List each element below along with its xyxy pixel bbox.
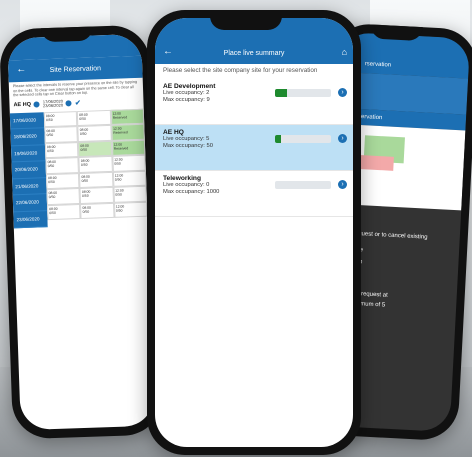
interval-value: 0/50 — [47, 164, 55, 169]
site-name: AE HQ — [13, 101, 32, 109]
app-bar: ← Place live summary ⌂ — [155, 42, 353, 64]
interval-value: Reserved — [113, 146, 129, 151]
occupancy-bar — [275, 89, 331, 97]
date-label: 19/06/2020 — [10, 144, 46, 163]
phone-center: ← Place live summary ⌂ Please select the… — [147, 10, 361, 455]
occupancy-fill — [275, 135, 281, 143]
place-live-summary-screen: ← Place live summary ⌂ Please select the… — [155, 18, 353, 447]
conflict-block — [359, 155, 394, 171]
phone-notch — [210, 10, 282, 30]
interval-cell[interactable]: 08:00 0/50 — [45, 157, 80, 174]
max-occupancy: Max occupancy: 1000 — [163, 189, 220, 195]
interval-cell[interactable]: 08:00 0/50 — [43, 110, 78, 128]
interval-cell[interactable]: 12:00 0/50 — [112, 154, 146, 172]
interval-value: 0/50 — [114, 177, 122, 182]
interval-cell[interactable]: 12:00 Reserved — [111, 139, 146, 157]
interval-cell[interactable]: 08:00 0/50 — [44, 126, 79, 143]
interval-value: 0/50 — [48, 179, 55, 184]
date-range: 17/06/2020 23/06/2020 — [42, 98, 64, 109]
clear-icon[interactable]: ✔ — [75, 99, 81, 107]
date-label: 20/06/2020 — [11, 161, 47, 180]
app-bar: ← Site Reservation — [7, 55, 143, 83]
interval-value: 0/50 — [79, 116, 87, 121]
site-row-teleworking[interactable]: Teleworking Live occupancy: 0 Max occupa… — [155, 171, 353, 217]
interval-value: 0/50 — [79, 132, 87, 137]
interval-value: 0/50 — [115, 208, 123, 213]
interval-cell[interactable]: 08:00 0/50 — [79, 187, 114, 204]
date-label: 23/06/2020 — [13, 210, 48, 229]
chevron-right-icon[interactable]: › — [338, 134, 347, 143]
instruction-text: Please select the site company site for … — [155, 64, 353, 79]
back-arrow-icon[interactable]: ← — [163, 46, 173, 58]
max-occupancy: Max occupancy: 50 — [163, 143, 213, 149]
interval-value: 0/50 — [45, 117, 53, 122]
date-column: 17/06/2020 18/06/2020 19/06/2020 20/06/2020… — [9, 112, 48, 229]
interval-cell[interactable]: 08:00 0/50 — [46, 188, 81, 205]
interval-cell[interactable]: 08:00 0/50 — [77, 109, 111, 127]
occupancy-bar — [275, 135, 331, 143]
previous-week-icon[interactable] — [33, 101, 41, 108]
interval-value: 0/50 — [49, 210, 56, 215]
occupancy-bar — [275, 181, 331, 189]
site-row-ae-development[interactable]: AE Development Live occupancy: 2 Max occ… — [155, 79, 353, 125]
site-reservation-screen: ← Site Reservation Please select the int… — [7, 33, 155, 431]
interval-cell[interactable]: 12:00 0/50 — [113, 201, 148, 219]
interval-cell[interactable]: 08:00 0/50 — [47, 203, 81, 221]
date-to: 23/06/2020 — [42, 102, 64, 109]
interval-value: 0/50 — [82, 209, 90, 214]
interval-cell[interactable]: 08:00 0/50 — [78, 140, 113, 158]
screen-title: Site Reservation — [49, 64, 102, 74]
interval-cell[interactable]: 08:00 0/50 — [78, 156, 113, 173]
interval-cell[interactable]: 12:00 Reserved — [110, 124, 145, 141]
interval-value: 0/50 — [81, 178, 89, 183]
interval-cell[interactable]: 08:00 0/50 — [79, 171, 114, 189]
interval-cells: 08:00 0/50 08:00 0/50 12:00 Reserved 08:00 0/50… — [43, 108, 148, 228]
interval-value: Reserved — [112, 115, 128, 120]
interval-cell[interactable]: 12:00 Reserved — [110, 108, 145, 126]
date-label: 21/06/2020 — [12, 177, 47, 196]
interval-value: 0/50 — [48, 195, 56, 200]
home-icon[interactable]: ⌂ — [342, 46, 347, 58]
interval-cell[interactable]: 12:00 0/50 — [112, 170, 147, 188]
date-label: 18/06/2020 — [10, 128, 45, 147]
reservation-grid: 17/06/2020 18/06/2020 19/06/2020 20/06/2020… — [9, 108, 148, 229]
chevron-right-icon[interactable]: › — [338, 180, 347, 189]
interval-cell[interactable]: 08:00 0/50 — [45, 172, 80, 190]
interval-value: 0/50 — [80, 163, 88, 168]
chevron-right-icon[interactable]: › — [338, 88, 347, 97]
interval-value: 0/50 — [114, 161, 121, 167]
back-arrow-icon[interactable]: ← — [16, 64, 26, 76]
date-label: 22/06/2020 — [12, 194, 48, 213]
date-label: 17/06/2020 — [9, 112, 45, 130]
interval-cell[interactable]: 12:00 0/50 — [113, 185, 147, 203]
next-week-icon[interactable] — [65, 100, 73, 107]
occupancy-fill — [275, 89, 288, 97]
interval-value: 0/50 — [46, 133, 54, 138]
max-occupancy: Max occupancy: 9 — [163, 97, 210, 103]
interval-cell[interactable]: 08:00 0/50 — [77, 125, 112, 142]
interval-cell[interactable]: 08:00 0/50 — [44, 141, 79, 159]
interval-value: Reserved — [113, 130, 128, 136]
interval-value: 0/50 — [80, 147, 88, 152]
screen-title: Place live summary — [223, 49, 285, 57]
interval-value: 0/50 — [82, 193, 89, 199]
interval-value: 0/50 — [115, 192, 123, 198]
interval-value: 0/50 — [47, 148, 54, 153]
interval-cell[interactable]: 08:00 0/50 — [80, 202, 115, 220]
phone-left: ← Site Reservation Please select the int… — [0, 24, 164, 440]
site-row-ae-hq[interactable]: AE HQ Live occupancy: 5 Max occupancy: 5… — [155, 125, 353, 171]
